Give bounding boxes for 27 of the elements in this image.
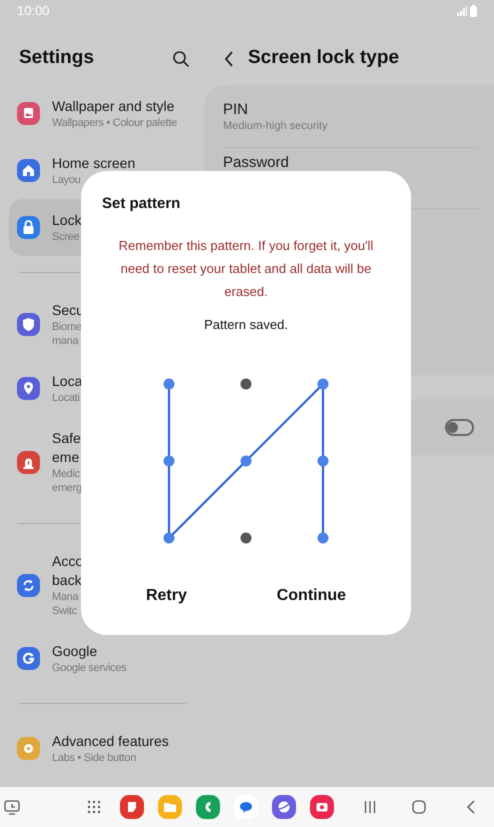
item-subtitle: Mana <box>52 590 80 604</box>
item-subtitle: Scree <box>52 230 80 244</box>
warning-message: Remember this pattern. If you forget it, you'll need to reset your tablet and all data will be erased. <box>118 236 374 300</box>
item-subtitle: Locati <box>52 391 81 405</box>
item-title: Safe <box>52 429 82 448</box>
item-subtitle: Labs • Side button <box>52 751 138 765</box>
item-title: Home screen <box>52 154 136 173</box>
item-title: eme <box>52 448 80 467</box>
item-subtitle: Wallpapers • Colour palette <box>52 116 177 130</box>
item-title: back <box>52 571 83 590</box>
item-subtitle: Layou <box>52 173 82 187</box>
dialog-title: Set pattern <box>102 194 180 214</box>
status-message: Pattern saved. <box>204 316 288 334</box>
item-title: Google <box>52 642 98 661</box>
item-title: Wallpaper and style <box>52 97 176 116</box>
item-subtitle: Biome <box>52 320 83 334</box>
item-subtitle: Medic <box>52 467 81 481</box>
item-subtitle: Google services <box>52 661 126 675</box>
option-subtitle: Medium-high security <box>223 119 329 133</box>
item-title: Loca <box>52 372 82 391</box>
settings-title: Settings <box>19 46 94 70</box>
item-subtitle: mana <box>52 334 80 348</box>
item-title: Advanced features <box>52 732 169 751</box>
item-subtitle: emerg <box>52 481 82 495</box>
item-subtitle: Switc <box>52 604 78 618</box>
screen-title: Screen lock type <box>248 46 400 70</box>
item-title: Lock <box>52 211 82 230</box>
